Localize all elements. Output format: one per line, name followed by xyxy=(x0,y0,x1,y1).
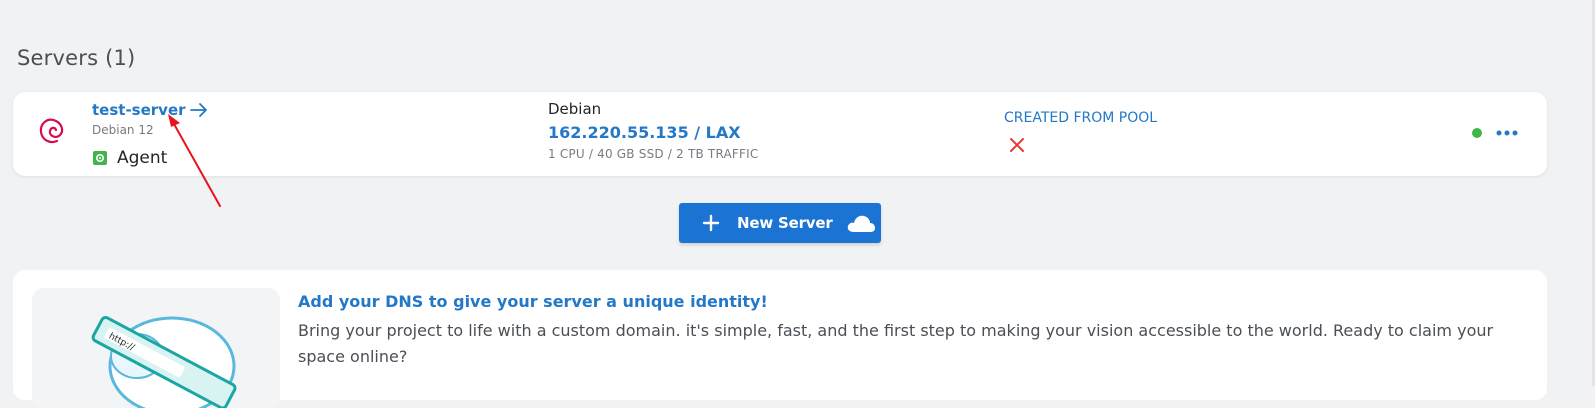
server-card: test-server Debian 12 Agent Debian 162.2… xyxy=(13,92,1547,176)
arrow-right-icon[interactable] xyxy=(189,102,208,118)
os-name: Debian xyxy=(548,100,602,118)
server-name-link[interactable]: test-server xyxy=(92,101,208,119)
dns-illustration: http:// xyxy=(32,288,280,408)
debian-logo-icon xyxy=(39,118,64,144)
server-os-version: Debian 12 xyxy=(92,123,154,137)
section-title: Servers (1) xyxy=(17,46,136,70)
server-specs: 1 CPU / 40 GB SSD / 2 TB TRAFFIC xyxy=(548,147,759,161)
agent-label: Agent xyxy=(117,148,168,168)
close-icon xyxy=(1010,138,1024,152)
agent-gear-icon xyxy=(93,151,107,165)
pool-label: CREATED FROM POOL xyxy=(1004,110,1158,126)
dns-promo-card: http:// Add your DNS to give your server… xyxy=(13,270,1547,408)
status-online-dot xyxy=(1472,128,1482,138)
ip-location-link[interactable]: 162.220.55.135 / LAX xyxy=(548,123,741,142)
server-name[interactable]: test-server xyxy=(92,101,186,119)
more-horizontal-icon[interactable] xyxy=(1495,126,1519,140)
dns-title: Add your DNS to give your server a uniqu… xyxy=(298,292,768,311)
new-server-button[interactable]: New Server xyxy=(679,203,881,243)
cloud-icon[interactable] xyxy=(846,213,876,233)
dns-body: Bring your project to life with a custom… xyxy=(298,321,1494,366)
cloud-browser-illustration: http:// xyxy=(91,315,237,408)
new-server-label[interactable]: New Server xyxy=(737,214,833,232)
plus-icon[interactable] xyxy=(702,214,720,232)
agent-status: Agent xyxy=(93,148,167,168)
